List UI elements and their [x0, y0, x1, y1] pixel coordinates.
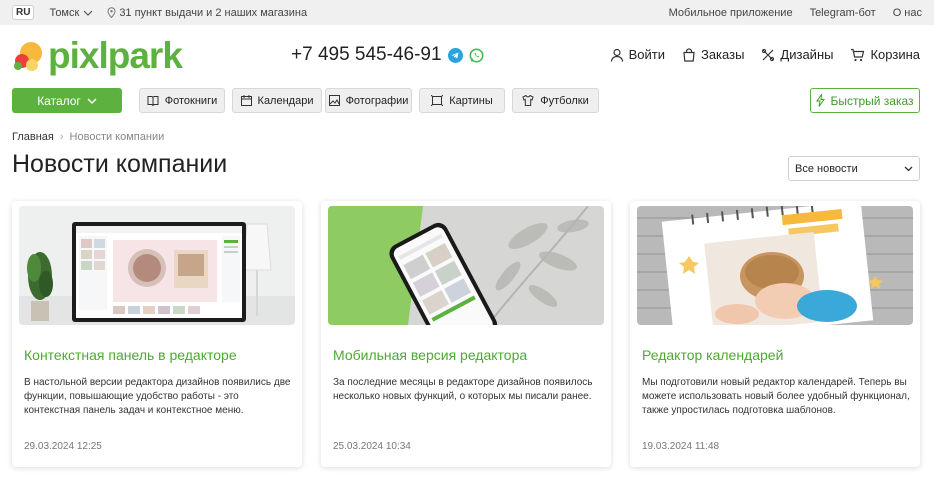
- category-calendars-button[interactable]: Календари: [232, 88, 322, 113]
- telegram-icon[interactable]: [447, 47, 463, 63]
- calendar-baby-illustration: [637, 206, 913, 325]
- breadcrumb-current: Новости компании: [69, 131, 165, 143]
- news-card-image[interactable]: [328, 206, 604, 325]
- bag-icon: [683, 47, 695, 62]
- orders-button[interactable]: Заказы: [682, 47, 744, 62]
- news-card[interactable]: Редактор календарей Мы подготовили новый…: [630, 201, 920, 467]
- main-content: Главная › Новости компании Новости компа…: [0, 128, 934, 480]
- header: pixlpark +7 495 545-46-91 Войти Заказы Д…: [0, 25, 934, 87]
- chevron-down-icon: [87, 98, 97, 104]
- mobile-editor-illustration: [328, 206, 604, 325]
- breadcrumb: Главная › Новости компании: [12, 131, 164, 143]
- city-selector[interactable]: Томск: [49, 7, 93, 19]
- news-card-title[interactable]: Редактор календарей: [642, 347, 783, 363]
- catalog-button[interactable]: Каталог: [12, 88, 122, 113]
- category-label: Календари: [257, 94, 314, 107]
- chevron-down-icon: [83, 10, 93, 16]
- news-card-image[interactable]: [637, 206, 913, 325]
- news-card-date: 29.03.2024 12:25: [24, 441, 102, 452]
- quick-order-label: Быстрый заказ: [830, 93, 914, 108]
- user-icon: [610, 48, 623, 62]
- category-photobooks-button[interactable]: Фотокниги: [139, 88, 225, 113]
- canvas-icon: [431, 95, 444, 106]
- logo-mark-icon: [14, 41, 42, 71]
- catalog-label: Каталог: [37, 93, 81, 108]
- news-card-text: В настольной версии редактора дизайнов п…: [24, 377, 291, 416]
- pickup-label: 31 пункт выдачи и 2 наших магазина: [119, 6, 308, 19]
- phone-block: +7 495 545-46-91: [291, 44, 484, 66]
- page-title: Новости компании: [12, 150, 228, 178]
- category-label: Фотокниги: [164, 94, 218, 107]
- cart-icon: [851, 48, 865, 61]
- category-tshirts-button[interactable]: Футболки: [512, 88, 599, 113]
- cart-label: Корзина: [870, 47, 920, 62]
- news-card-title[interactable]: Мобильная версия редактора: [333, 347, 527, 363]
- whatsapp-icon[interactable]: [469, 48, 484, 63]
- cart-button[interactable]: Корзина: [850, 47, 920, 62]
- book-icon: [147, 96, 159, 106]
- news-filter-value: Все новости: [795, 162, 858, 175]
- logo[interactable]: pixlpark: [12, 35, 183, 76]
- top-bar: RU Томск 31 пункт выдачи и 2 наших магаз…: [0, 0, 934, 25]
- mobile-app-link[interactable]: Мобильное приложение: [669, 7, 793, 19]
- lightning-icon: [816, 94, 826, 107]
- news-card-date: 19.03.2024 11:48: [642, 441, 720, 452]
- category-label: Картины: [449, 94, 493, 107]
- category-photos-button[interactable]: Фотографии: [325, 88, 412, 113]
- category-paintings-button[interactable]: Картины: [419, 88, 505, 113]
- chevron-down-icon: [904, 166, 913, 171]
- tshirt-icon: [522, 95, 534, 106]
- login-label: Войти: [628, 47, 665, 62]
- category-label: Фотографии: [345, 94, 409, 107]
- news-card-title[interactable]: Контекстная панель в редакторе: [24, 347, 237, 363]
- phone-number[interactable]: +7 495 545-46-91: [291, 44, 442, 66]
- telegram-bot-link[interactable]: Telegram-бот: [810, 7, 876, 19]
- designs-label: Дизайны: [780, 47, 834, 62]
- login-button[interactable]: Войти: [610, 47, 665, 62]
- breadcrumb-home[interactable]: Главная: [12, 131, 54, 143]
- news-filter-select[interactable]: Все новости: [788, 156, 920, 181]
- location-pin-icon: [107, 7, 116, 18]
- editor-laptop-illustration: [19, 206, 295, 325]
- quick-order-button[interactable]: Быстрый заказ: [810, 88, 920, 113]
- pickup-points-link[interactable]: 31 пункт выдачи и 2 наших магазина: [107, 7, 307, 19]
- news-card-text: За последние месяцы в редакторе дизайнов…: [333, 377, 593, 402]
- calendar-icon: [240, 95, 252, 106]
- breadcrumb-separator-icon: ›: [59, 131, 64, 143]
- logo-text: pixlpark: [48, 35, 183, 76]
- news-card-date: 25.03.2024 10:34: [333, 441, 411, 452]
- main-nav: Каталог Фотокниги Календари Фотографии К…: [0, 87, 934, 128]
- category-label: Футболки: [540, 94, 589, 107]
- news-card-image[interactable]: [19, 206, 295, 325]
- news-card[interactable]: Контекстная панель в редакторе В настоль…: [12, 201, 302, 467]
- news-card[interactable]: Мобильная версия редактора За последние …: [321, 201, 611, 467]
- designs-button[interactable]: Дизайны: [761, 47, 833, 62]
- orders-label: Заказы: [700, 47, 745, 62]
- language-switch[interactable]: RU: [12, 5, 35, 20]
- news-card-text: Мы подготовили новый редактор календарей…: [642, 377, 910, 416]
- image-icon: [328, 95, 340, 106]
- city-label: Томск: [49, 6, 80, 19]
- about-link[interactable]: О нас: [893, 7, 922, 19]
- design-tools-icon: [762, 48, 775, 61]
